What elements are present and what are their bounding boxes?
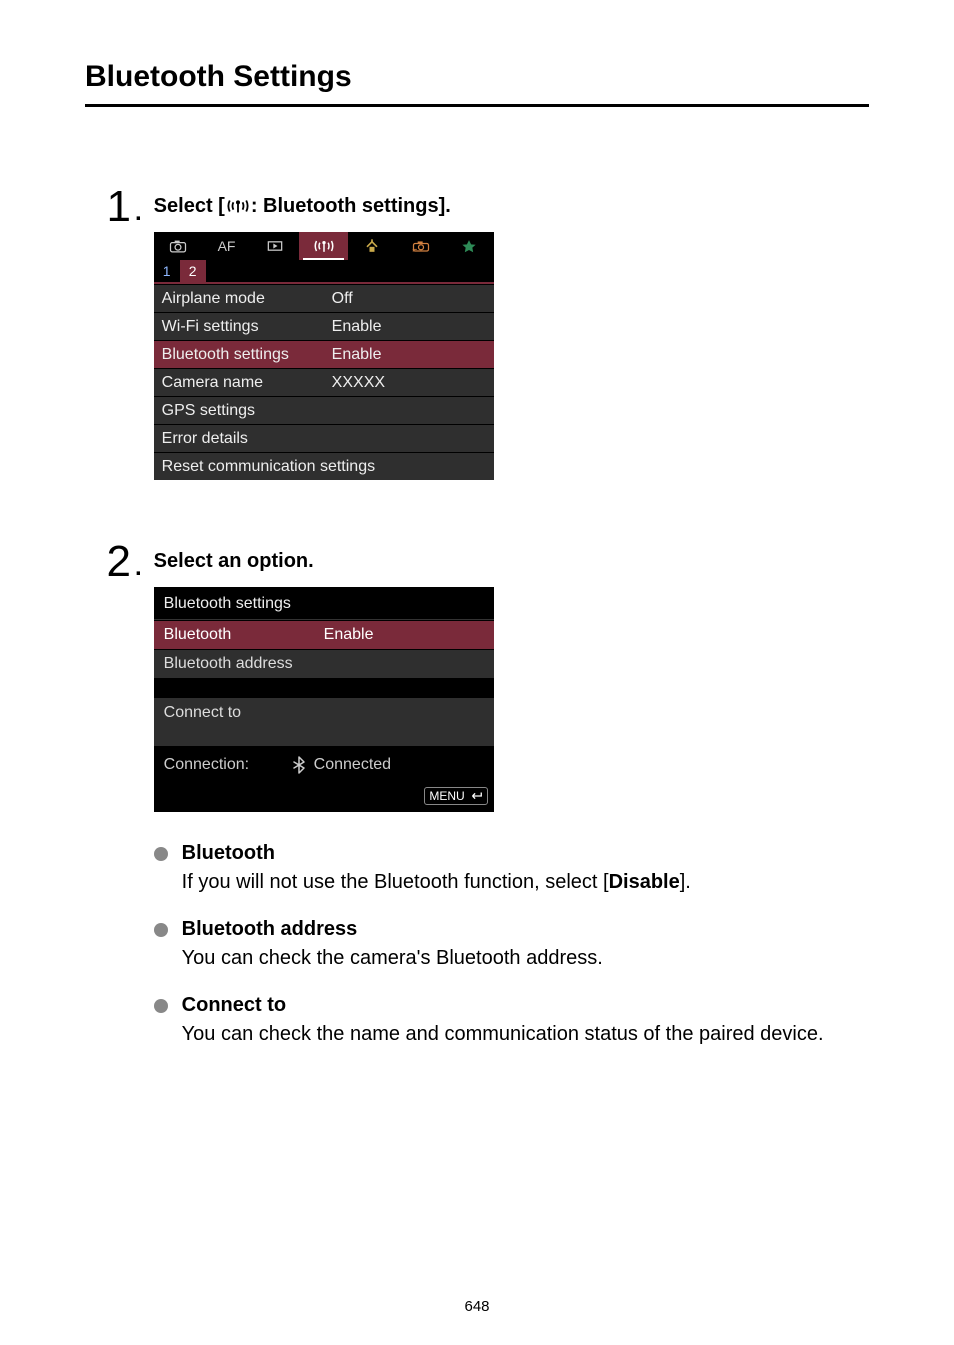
menu-value: Enable — [332, 318, 486, 336]
step-1-heading-pre: Select [ — [154, 195, 225, 218]
status-label: Connection: — [164, 756, 284, 774]
menu-label: Airplane mode — [162, 290, 332, 308]
row-connect-to[interactable]: Connect to — [154, 698, 494, 746]
tab-playback-icon[interactable] — [251, 232, 300, 260]
screen2-footer: MENU — [154, 784, 494, 812]
note-title: Bluetooth address — [182, 918, 869, 941]
step-1: 1 . Select [ : Bluetooth settings]. AF — [85, 185, 869, 490]
row-label: Bluetooth address — [164, 655, 324, 673]
tab-setup-icon[interactable] — [348, 232, 397, 260]
note-bold: Disable — [609, 871, 680, 893]
step-dot: . — [131, 185, 154, 225]
note-title: Bluetooth — [182, 842, 869, 865]
tab-custom-icon[interactable] — [397, 232, 446, 260]
step-2-heading-text: Select an option. — [154, 550, 314, 573]
step-1-heading-post: : Bluetooth settings]. — [251, 195, 451, 218]
page-title: Bluetooth Settings — [85, 60, 869, 107]
menu-row-airplane[interactable]: Airplane modeOff — [154, 284, 494, 312]
step-number: 1 — [85, 185, 131, 229]
step-2: 2 . Select an option. Bluetooth settings… — [85, 540, 869, 1070]
note-connect-to: Connect to You can check the name and co… — [154, 994, 869, 1048]
note-text: You can check the camera's Bluetooth add… — [182, 945, 869, 972]
notes-list: Bluetooth If you will not use the Blueto… — [154, 842, 869, 1048]
tab-camera-icon[interactable] — [154, 232, 203, 260]
note-bluetooth: Bluetooth If you will not use the Blueto… — [154, 842, 869, 896]
camera-menu-screenshot: AF 1 2 Airplane modeOff Wi-Fi settingsEn… — [154, 232, 494, 480]
menu-label: Bluetooth settings — [162, 346, 332, 364]
note-text: You can check the name and communication… — [182, 1021, 869, 1048]
note-title: Connect to — [182, 994, 869, 1017]
menu-label: Error details — [162, 430, 332, 448]
tab-wireless-icon[interactable] — [299, 232, 348, 260]
note-text-pre: If you will not use the Bluetooth functi… — [182, 871, 609, 893]
row-value: Enable — [324, 626, 374, 644]
tab-mymenu-icon[interactable] — [445, 232, 494, 260]
step-dot: . — [131, 540, 154, 580]
row-bt-address[interactable]: Bluetooth address — [154, 649, 494, 678]
menu-value: Off — [332, 290, 486, 308]
menu-row-wifi[interactable]: Wi-Fi settingsEnable — [154, 312, 494, 340]
note-bt-address: Bluetooth address You can check the came… — [154, 918, 869, 972]
menu-value: XXXXX — [332, 374, 486, 392]
note-text-post: ]. — [680, 871, 691, 893]
menu-row-cameraname[interactable]: Camera nameXXXXX — [154, 368, 494, 396]
menu-value: Enable — [332, 346, 486, 364]
top-tab-bar: AF — [154, 232, 494, 260]
page-number: 648 — [0, 1298, 954, 1315]
menu-list: Airplane modeOff Wi-Fi settingsEnable Bl… — [154, 284, 494, 480]
menu-row-reset[interactable]: Reset communication settings — [154, 452, 494, 480]
menu-row-bluetooth[interactable]: Bluetooth settingsEnable — [154, 340, 494, 368]
bullet-icon — [154, 923, 168, 937]
bullet-icon — [154, 999, 168, 1013]
screen2-title: Bluetooth settings — [154, 587, 494, 620]
menu-label: GPS settings — [162, 402, 332, 420]
step-number: 2 — [85, 540, 131, 584]
menu-label: Camera name — [162, 374, 332, 392]
menu-row-gps[interactable]: GPS settings — [154, 396, 494, 424]
wireless-icon — [227, 198, 249, 214]
sub-tab-2[interactable]: 2 — [180, 260, 206, 282]
step-1-heading: Select [ : Bluetooth settings]. — [154, 195, 869, 218]
return-icon — [469, 791, 483, 801]
sub-tab-bar: 1 2 — [154, 260, 494, 284]
row-connection-status: Connection: Connected — [154, 746, 494, 784]
menu-label: Reset communication settings — [162, 458, 486, 476]
gap — [154, 678, 494, 698]
menu-row-error[interactable]: Error details — [154, 424, 494, 452]
row-bluetooth[interactable]: BluetoothEnable — [154, 620, 494, 649]
row-label: Bluetooth — [164, 626, 324, 644]
bluetooth-settings-screenshot: Bluetooth settings BluetoothEnable Bluet… — [154, 587, 494, 812]
menu-back-button[interactable]: MENU — [424, 787, 487, 805]
bullet-icon — [154, 847, 168, 861]
tab-af[interactable]: AF — [202, 232, 251, 260]
status-value: Connected — [314, 756, 391, 774]
menu-label: Wi-Fi settings — [162, 318, 332, 336]
bluetooth-icon — [292, 756, 306, 774]
note-text: If you will not use the Bluetooth functi… — [182, 869, 869, 896]
sub-tab-1[interactable]: 1 — [154, 260, 180, 282]
row-label: Connect to — [164, 704, 241, 721]
step-2-heading: Select an option. — [154, 550, 869, 573]
menu-back-label: MENU — [429, 789, 464, 803]
